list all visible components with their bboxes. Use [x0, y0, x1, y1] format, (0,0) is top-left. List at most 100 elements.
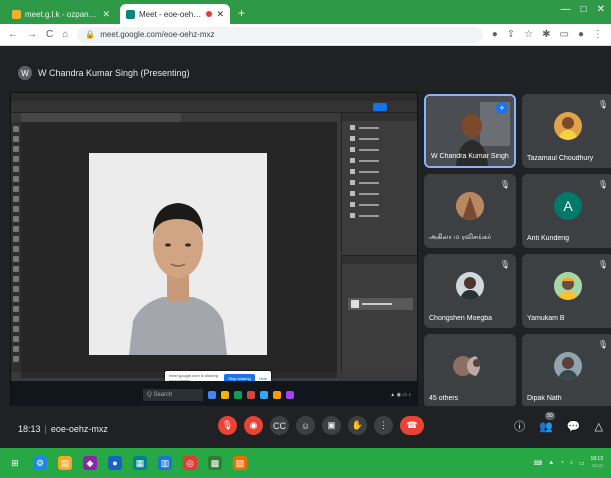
pin-icon[interactable]: + [496, 102, 508, 114]
close-tab-icon[interactable]: ✕ [102, 9, 110, 20]
info-icon[interactable]: ⓘ [514, 418, 525, 434]
battery-icon[interactable]: ▭ [579, 460, 585, 467]
share-icon[interactable]: ⇪ [507, 29, 515, 40]
emoji-icon: ☺ [300, 420, 311, 431]
present-button[interactable]: ▣ [322, 416, 341, 435]
tray-up-icon[interactable]: ▲ [548, 460, 554, 466]
tool-panel [11, 122, 21, 372]
address-bar[interactable]: 🔒 meet.google.com/eoe-oehz-mxz [77, 26, 483, 43]
sidebar-icon[interactable]: ▭ [560, 29, 569, 40]
system-clock[interactable]: 18:13 ▭ ▭ [590, 456, 603, 470]
extensions-icon[interactable]: ✱ [542, 29, 550, 40]
activities-icon[interactable]: △ [595, 420, 603, 433]
people-count: 50 [545, 411, 555, 420]
photos-icon[interactable]: ▧ [233, 456, 247, 470]
participant-tile-5[interactable]: 🎙 Yamukam B [522, 254, 611, 328]
new-tab-button[interactable]: + [238, 6, 245, 20]
participant-avatar [554, 112, 582, 140]
more-vert-icon: ⋮ [379, 420, 388, 430]
mic-off-icon: 🎙 [597, 340, 608, 349]
wifi-icon[interactable]: ◔ [560, 460, 564, 466]
chat-icon[interactable]: 💬 [567, 420, 581, 433]
keyboard-icon[interactable]: ⌨ [534, 460, 543, 467]
lock-icon: 🔒 [85, 30, 96, 39]
hide-notice-button[interactable]: Hide [259, 376, 267, 381]
shared-screen: meet.google.com is sharing your screen S… [10, 92, 418, 408]
menu-icon[interactable]: ⋮ [593, 29, 603, 40]
close-tab-icon[interactable]: ✕ [216, 9, 224, 20]
maximize-button[interactable]: □ [581, 4, 587, 15]
side-controls: ⓘ 👥 50 💬 △ [514, 411, 603, 434]
store-icon[interactable]: ▦ [133, 456, 147, 470]
back-icon[interactable]: ← [8, 29, 18, 40]
participant-tile-4[interactable]: 🎙 Chongshen Moegba [424, 254, 516, 328]
participant-tile-7[interactable]: 🎙 Dipak Nath [522, 334, 611, 408]
options-bar [11, 101, 417, 113]
chrome-icon[interactable]: ◎ [183, 456, 197, 470]
participant-tile-3[interactable]: 🎙 A Anti Kundeng [522, 174, 611, 248]
profile-icon[interactable]: ● [578, 29, 584, 40]
forward-icon[interactable]: → [27, 29, 37, 40]
browser-tab-0[interactable]: meet.g.l.k - ozpann0.00001 ✕ [6, 4, 116, 24]
mic-toggle-button[interactable]: 🎙 [218, 416, 237, 435]
browser-tab-strip: meet.g.l.k - ozpann0.00001 ✕ Meet - eoe-… [0, 0, 611, 24]
app-icon[interactable]: ◆ [83, 456, 97, 470]
camera-indicator-icon[interactable]: ● [492, 29, 498, 40]
meet-stage: W W Chandra Kumar Singh (Presenting) mee… [0, 46, 611, 448]
tab-title: meet.g.l.k - ozpann0.00001 [25, 9, 98, 19]
app-share-button [373, 103, 387, 111]
participant-name: W Chandra Kumar Singh [431, 153, 509, 160]
participant-avatar [456, 272, 484, 300]
participant-avatar-letter: A [554, 192, 582, 220]
browser-tab-1[interactable]: Meet - eoe-oehz-mxz ✕ [120, 4, 230, 24]
star-icon[interactable]: ☆ [524, 29, 533, 40]
captions-button[interactable]: CC [270, 416, 289, 435]
mic-off-icon: 🎙 [499, 180, 510, 189]
tab-favicon-icon [12, 9, 21, 19]
hang-up-icon: ☎ [406, 420, 418, 430]
settings-gear-icon[interactable]: ⚙ [33, 456, 47, 470]
camera-toggle-button[interactable]: ◉ [244, 416, 263, 435]
minimize-button[interactable]: — [561, 4, 571, 15]
participant-avatar [456, 192, 484, 220]
participant-name: Dipak Nath [527, 395, 562, 402]
leave-call-button[interactable]: ☎ [400, 416, 424, 435]
meet-favicon-icon [126, 9, 135, 19]
reload-icon[interactable]: C [46, 29, 53, 40]
volume-icon[interactable]: ♪ [570, 460, 573, 466]
home-icon[interactable]: ⌂ [62, 29, 68, 40]
mic-off-icon: 🎙 [597, 100, 608, 109]
reactions-button[interactable]: ☺ [296, 416, 315, 435]
layer-row [348, 298, 413, 310]
file-explorer-icon[interactable]: ▤ [58, 456, 72, 470]
people-button[interactable]: 👥 50 [539, 411, 555, 433]
participant-tile-2[interactable]: 🎙 அகிலா ம ரவிசங்கர் [424, 174, 516, 248]
meet-app-icon[interactable]: ● [108, 456, 122, 470]
toolbar-actions: ● ⇪ ☆ ✱ ▭ ● ⋮ [492, 29, 603, 40]
meeting-code: eoe-oehz-mxz [50, 424, 108, 434]
participant-tile-1[interactable]: 🎙 Tazamaul Choudhury [522, 94, 611, 168]
windows-start-icon[interactable]: ⊞ [8, 456, 22, 470]
close-window-button[interactable]: ✕ [597, 4, 605, 15]
mic-off-icon: 🎙 [221, 420, 234, 430]
participant-name: Tazamaul Choudhury [527, 155, 594, 162]
raise-hand-button[interactable]: ✋ [348, 416, 367, 435]
meeting-time: 18:13 [18, 424, 41, 434]
participant-avatar [554, 352, 582, 380]
sheet-icon[interactable]: ▩ [208, 456, 222, 470]
tab-title: Meet - eoe-oehz-mxz [139, 9, 202, 19]
document-icon[interactable]: ▥ [158, 456, 172, 470]
participant-tile-0[interactable]: + W Chandra Kumar Singh [424, 94, 516, 168]
call-controls: 🎙 ◉ CC ☺ ▣ ✋ ⋮ ☎ [218, 416, 424, 435]
meeting-info: 18:13 | eoe-oehz-mxz [18, 424, 108, 434]
captions-icon: CC [273, 420, 286, 431]
portrait-figure [89, 153, 267, 355]
app-menu-bar [11, 93, 417, 101]
participant-name: Yamukam B [527, 315, 565, 322]
participant-name: Anti Kundeng [527, 235, 570, 242]
window-controls: — □ ✕ [561, 4, 605, 15]
presenter-avatar: W [18, 66, 32, 80]
others-tile[interactable]: 45 others [424, 334, 516, 408]
others-count: 45 others [429, 395, 459, 402]
more-options-button[interactable]: ⋮ [374, 416, 393, 435]
